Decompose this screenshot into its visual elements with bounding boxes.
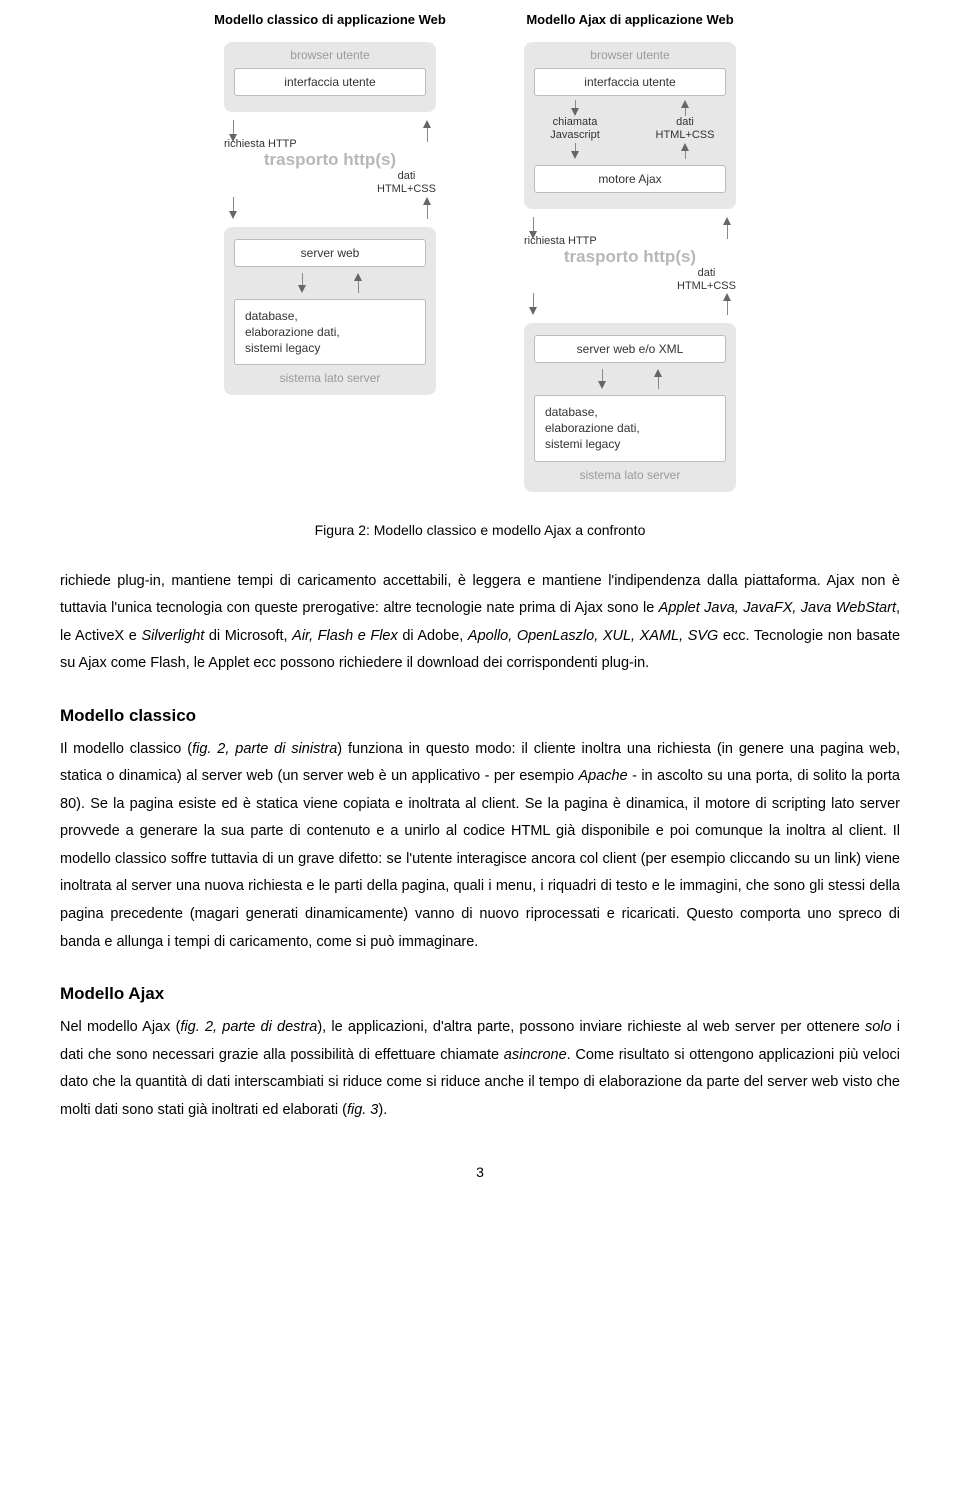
ajax-inner-resp-1: dati (676, 116, 694, 129)
classic-resp-label-2: HTML+CSS (377, 183, 436, 196)
classic-text-a: Il modello classico ( (60, 741, 192, 757)
ajax-ui-node: interfaccia utente (534, 68, 726, 96)
classic-text-e: - in ascolto su una porta, di solito la … (60, 768, 900, 949)
classic-browser-group: browser utente interfaccia utente (224, 42, 436, 112)
ajax-engine-node: motore Ajax (534, 165, 726, 193)
classic-column: Modello classico di applicazione Web bro… (210, 12, 450, 498)
ajax-text-c: ), le applicazioni, d'altra parte, posso… (317, 1019, 865, 1035)
figure-caption: Figura 2: Modello classico e modello Aja… (60, 522, 900, 538)
ajax-text-a: Nel modello Ajax ( (60, 1019, 180, 1035)
ajax-browser-group: browser utente interfaccia utente chiama… (524, 42, 736, 208)
ajax-server-label: sistema lato server (534, 468, 726, 482)
page-root: Modello classico di applicazione Web bro… (0, 0, 960, 1220)
ajax-server-group: server web e/o XML database, elaborazion… (524, 323, 736, 492)
classic-browser-label: browser utente (234, 48, 426, 62)
intro-text-b: Applet Java, JavaFX, Java WebStart (659, 600, 896, 616)
classic-ui-node: interfaccia utente (234, 68, 426, 96)
classic-request-label: richiesta HTTP (224, 138, 436, 150)
classic-title: Modello classico di applicazione Web (214, 12, 446, 28)
ajax-server-web-node: server web e/o XML (534, 335, 726, 363)
ajax-transport-block: richiesta HTTP trasporto http(s) dati HT… (524, 217, 736, 315)
classic-transport-block: richiesta HTTP trasporto http(s) dati HT… (224, 120, 436, 218)
ajax-resp-label-1: dati (677, 267, 736, 280)
classic-resp-label-1: dati (377, 170, 436, 183)
intro-text-e: di Microsoft, (204, 628, 292, 644)
classic-transport-text: trasporto http(s) (224, 150, 436, 170)
ajax-text-b: fig. 2, parte di destra (180, 1019, 317, 1035)
heading-modello-ajax: Modello Ajax (60, 984, 900, 1004)
ajax-text-f: asincrone (504, 1047, 567, 1063)
ajax-inner-resp-2: HTML+CSS (656, 129, 715, 142)
ajax-transport-text: trasporto http(s) (524, 247, 736, 267)
ajax-title: Modello Ajax di applicazione Web (526, 12, 733, 28)
classic-server-label: sistema lato server (234, 371, 426, 385)
ajax-js-call-2: Javascript (550, 129, 600, 142)
intro-text-g: di Adobe, (398, 628, 468, 644)
ajax-text-i: ). (378, 1102, 387, 1118)
intro-text-d: Silverlight (141, 628, 204, 644)
ajax-backend-node: database, elaborazione dati, sistemi leg… (534, 395, 726, 462)
intro-text-h: Apollo, OpenLaszlo, XUL, XAML, SVG (468, 628, 718, 644)
classic-text-b: fig. 2, parte di sinistra (192, 741, 337, 757)
ajax-paragraph: Nel modello Ajax (fig. 2, parte di destr… (60, 1014, 900, 1124)
page-number: 3 (60, 1164, 900, 1180)
intro-text-f: Air, Flash e Flex (292, 628, 398, 644)
intro-paragraph: richiede plug-in, mantiene tempi di cari… (60, 568, 900, 678)
classic-backend-node: database, elaborazione dati, sistemi leg… (234, 299, 426, 366)
ajax-text-h: fig. 3 (347, 1102, 378, 1118)
classic-text-d: Apache (578, 768, 627, 784)
ajax-request-label: richiesta HTTP (524, 235, 736, 247)
figure-2-diagram: Modello classico di applicazione Web bro… (60, 0, 900, 498)
ajax-resp-label-2: HTML+CSS (677, 280, 736, 293)
heading-modello-classico: Modello classico (60, 706, 900, 726)
ajax-js-call-1: chiamata (553, 116, 598, 129)
classic-server-web-node: server web (234, 239, 426, 267)
classic-server-group: server web database, elaborazione dati, … (224, 227, 436, 396)
ajax-browser-label: browser utente (534, 48, 726, 62)
ajax-text-d: solo (865, 1019, 892, 1035)
classic-paragraph: Il modello classico (fig. 2, parte di si… (60, 736, 900, 956)
ajax-column: Modello Ajax di applicazione Web browser… (510, 12, 750, 498)
